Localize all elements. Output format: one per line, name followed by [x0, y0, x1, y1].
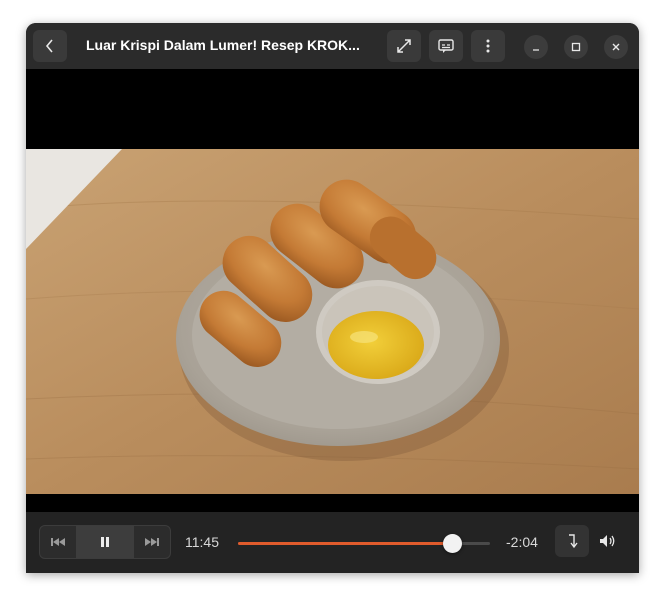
chevron-left-icon	[45, 39, 53, 53]
maximize-button[interactable]	[564, 35, 588, 59]
volume-icon	[600, 535, 615, 547]
skip-forward-icon	[145, 538, 159, 546]
video-player-window: Luar Krispi Dalam Lumer! Resep KROK... 1…	[26, 23, 639, 573]
video-frame-image	[26, 149, 639, 494]
subtitles-icon	[438, 39, 454, 53]
rotate-button[interactable]	[555, 525, 589, 557]
pause-icon	[101, 537, 109, 547]
minimize-button[interactable]	[524, 35, 548, 59]
seek-bar[interactable]	[238, 534, 490, 553]
elapsed-time: 11:45	[185, 534, 219, 550]
volume-button[interactable]	[598, 532, 618, 550]
playback-button-group	[39, 525, 171, 559]
video-area[interactable]	[26, 69, 639, 512]
play-pause-button[interactable]	[76, 526, 134, 558]
seek-bar-handle[interactable]	[442, 534, 462, 553]
player-controls: 11:45 -2:04	[26, 512, 639, 573]
maximize-icon	[571, 42, 581, 52]
fullscreen-icon	[397, 39, 411, 53]
menu-button[interactable]	[471, 30, 505, 62]
rotate-icon	[569, 534, 578, 549]
seek-bar-progress	[238, 542, 453, 545]
video-title: Luar Krispi Dalam Lumer! Resep KROK...	[86, 37, 360, 53]
skip-back-icon	[51, 538, 65, 546]
header-bar: Luar Krispi Dalam Lumer! Resep KROK...	[26, 23, 639, 69]
skip-back-button[interactable]	[40, 526, 76, 558]
close-icon	[612, 43, 620, 51]
back-button[interactable]	[33, 30, 67, 62]
subtitles-button[interactable]	[429, 30, 463, 62]
fullscreen-button[interactable]	[387, 30, 421, 62]
kebab-menu-icon	[486, 39, 490, 53]
video-frame[interactable]	[26, 149, 639, 494]
close-button[interactable]	[604, 35, 628, 59]
skip-forward-button[interactable]	[134, 526, 170, 558]
minimize-icon	[533, 49, 539, 51]
remaining-time: -2:04	[506, 534, 538, 550]
